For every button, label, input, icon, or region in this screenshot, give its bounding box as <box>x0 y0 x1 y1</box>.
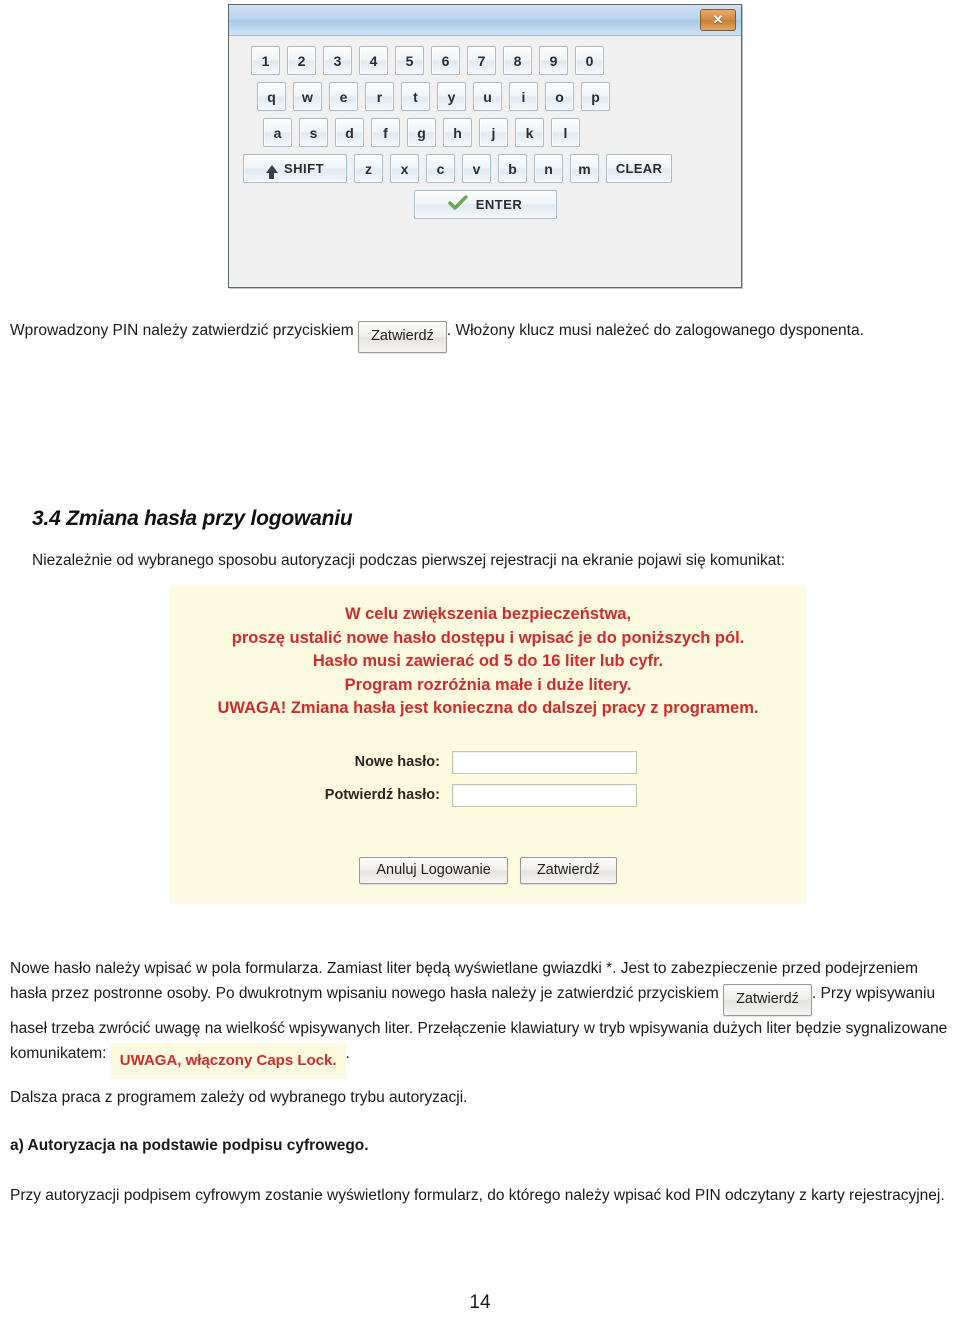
page-number: 14 <box>469 1292 491 1313</box>
key-s[interactable]: s <box>299 118 328 147</box>
key-1[interactable]: 1 <box>251 46 280 75</box>
key-i[interactable]: i <box>509 82 538 111</box>
keyboard-row-top-letters: q w e r t y u i o p <box>243 82 727 111</box>
key-7[interactable]: 7 <box>467 46 496 75</box>
key-e[interactable]: e <box>329 82 358 111</box>
p1-text-before: Wprowadzony PIN należy zatwierdzić przyc… <box>10 322 354 339</box>
shift-arrow-icon <box>265 164 278 179</box>
checkmark-icon <box>448 195 468 214</box>
key-c[interactable]: c <box>426 154 455 183</box>
confirm-password-button[interactable]: Zatwierdź <box>519 856 617 884</box>
p4-text: Dalsza praca z programem zależy od wybra… <box>10 1089 468 1106</box>
key-z[interactable]: z <box>354 154 383 183</box>
key-m[interactable]: m <box>570 154 599 183</box>
paragraph-first-registration: Niezależnie od wybranego sposobu autoryz… <box>32 548 942 573</box>
key-f[interactable]: f <box>371 118 400 147</box>
confirm-password-label: Potwierdź hasło: <box>324 787 440 803</box>
p3-text-tail: . <box>345 1045 350 1062</box>
key-y[interactable]: y <box>437 82 466 111</box>
message-line-4: Program rozróżnia małe i duże litery. <box>344 675 632 694</box>
paragraph-pin-confirm: Wprowadzony PIN należy zatwierdzić przyc… <box>10 318 950 353</box>
message-line-3: Hasło musi zawierać od 5 do 16 liter lub… <box>312 652 664 670</box>
key-t[interactable]: t <box>401 82 430 111</box>
key-g[interactable]: g <box>407 118 436 147</box>
message-line-5: UWAGA! Zmiana hasła jest konieczna do da… <box>217 699 759 717</box>
key-5[interactable]: 5 <box>395 46 424 75</box>
message-line-2: proszę ustalić nowe hasło dostępu i wpis… <box>231 628 745 647</box>
key-v[interactable]: v <box>462 154 491 183</box>
key-6[interactable]: 6 <box>431 46 460 75</box>
cancel-login-button[interactable]: Anuluj Logowanie <box>359 856 508 884</box>
keyboard-row-enter: ENTER <box>243 190 727 219</box>
p2-text: Niezależnie od wybranego sposobu autoryz… <box>32 552 785 569</box>
inline-zatwierdz-button-2[interactable]: Zatwierdź <box>723 984 812 1016</box>
key-0[interactable]: 0 <box>575 46 604 75</box>
new-password-row: Nowe hasło: <box>280 750 806 774</box>
key-r[interactable]: r <box>365 82 394 111</box>
key-enter-label: ENTER <box>475 197 523 212</box>
key-w[interactable]: w <box>293 82 322 111</box>
password-dialog-buttons: Anuluj Logowanie Zatwierdź <box>170 856 806 884</box>
key-shift-label: SHIFT <box>283 161 325 176</box>
key-k[interactable]: k <box>515 118 544 147</box>
key-n[interactable]: n <box>534 154 563 183</box>
p1-text-after: . Włożony klucz musi należeć do zalogowa… <box>446 322 864 339</box>
keyboard-row-digits: 1 2 3 4 5 6 7 8 9 0 <box>243 46 727 75</box>
key-u[interactable]: u <box>473 82 502 111</box>
subsection-a-heading: a) Autoryzacja na podstawie podpisu cyfr… <box>10 1133 950 1158</box>
confirm-password-row: Potwierdź hasło: <box>280 783 806 807</box>
key-clear[interactable]: CLEAR <box>606 154 672 183</box>
key-o[interactable]: o <box>545 82 574 111</box>
p5-text: a) Autoryzacja na podstawie podpisu cyfr… <box>10 1137 369 1154</box>
key-3[interactable]: 3 <box>323 46 352 75</box>
key-a[interactable]: a <box>263 118 292 147</box>
key-h[interactable]: h <box>443 118 472 147</box>
keyboard-keys-area: 1 2 3 4 5 6 7 8 9 0 q w e r t y u i o p … <box>229 36 741 236</box>
change-password-dialog: W celu zwiększenia bezpieczeństwa, prosz… <box>170 586 806 904</box>
close-icon[interactable]: ✕ <box>700 9 736 31</box>
dialog-titlebar: ✕ <box>229 5 741 36</box>
key-4[interactable]: 4 <box>359 46 388 75</box>
keyboard-row-home-letters: a s d f g h j k l <box>243 118 727 147</box>
paragraph-digital-signature: Przy autoryzacji podpisem cyfrowym zosta… <box>10 1183 950 1208</box>
inline-zatwierdz-button-1[interactable]: Zatwierdź <box>358 321 447 353</box>
paragraph-password-entry: Nowe hasło należy wpisać w pola formular… <box>10 956 950 1079</box>
message-line-1: W celu zwiększenia bezpieczeństwa, <box>344 605 632 623</box>
new-password-label: Nowe hasło: <box>354 754 440 770</box>
key-b[interactable]: b <box>498 154 527 183</box>
onscreen-keyboard-dialog: ✕ 1 2 3 4 5 6 7 8 9 0 q w e r t y u i o … <box>228 4 742 288</box>
key-shift[interactable]: SHIFT <box>243 154 347 183</box>
key-p[interactable]: p <box>581 82 610 111</box>
key-2[interactable]: 2 <box>287 46 316 75</box>
key-x[interactable]: x <box>390 154 419 183</box>
confirm-password-input[interactable] <box>452 783 637 807</box>
password-policy-message: W celu zwiększenia bezpieczeństwa, prosz… <box>170 586 806 721</box>
key-j[interactable]: j <box>479 118 508 147</box>
keyboard-row-bottom-letters: SHIFT z x c v b n m CLEAR <box>243 154 727 183</box>
key-d[interactable]: d <box>335 118 364 147</box>
paragraph-further-work: Dalsza praca z programem zależy od wybra… <box>10 1085 950 1110</box>
caps-lock-warning-badge: UWAGA, włączony Caps Lock. <box>110 1043 346 1079</box>
key-q[interactable]: q <box>257 82 286 111</box>
password-fields: Nowe hasło: Potwierdź hasło: <box>170 750 806 807</box>
new-password-input[interactable] <box>452 750 637 774</box>
p6-text: Przy autoryzacji podpisem cyfrowym zosta… <box>10 1187 945 1204</box>
section-heading-3-4: 3.4 Zmiana hasła przy logowaniu <box>32 507 353 530</box>
key-enter[interactable]: ENTER <box>413 190 557 219</box>
key-9[interactable]: 9 <box>539 46 568 75</box>
key-8[interactable]: 8 <box>503 46 532 75</box>
key-l[interactable]: l <box>551 118 580 147</box>
